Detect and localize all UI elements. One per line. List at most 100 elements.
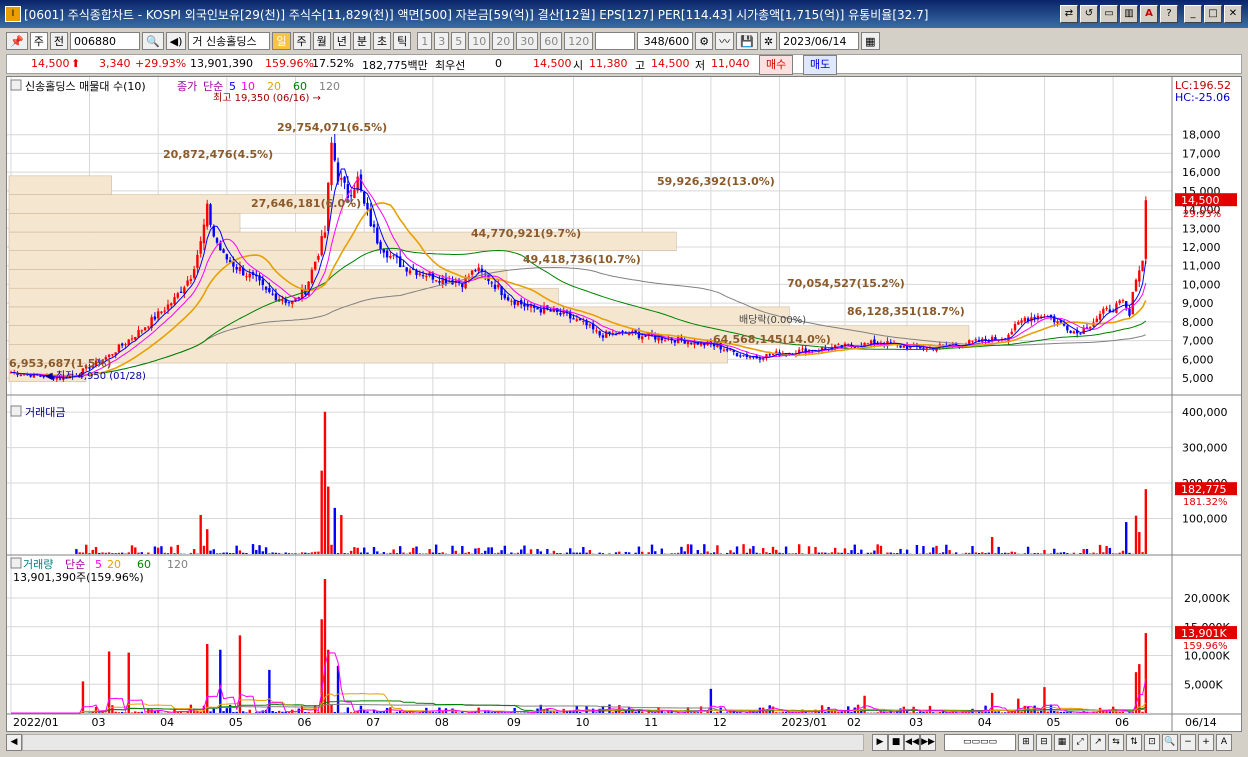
amount-bar (461, 546, 464, 554)
date-input[interactable]: 2023/06/14 (779, 32, 860, 50)
sound-icon[interactable]: ◀) (165, 32, 187, 50)
save-icon[interactable]: 💾 (736, 32, 758, 50)
interval-30-button[interactable]: 30 (516, 32, 539, 50)
interval-60-button[interactable]: 60 (540, 32, 563, 50)
amount-bar (559, 553, 562, 554)
interval-custom-input[interactable] (595, 32, 636, 50)
data-count-field[interactable]: 348/600 (637, 32, 694, 50)
candle-body (739, 355, 742, 357)
volume-bar (1049, 704, 1053, 713)
prev-button[interactable]: 전 (49, 32, 68, 50)
period-day-button[interactable]: 일 (272, 32, 291, 50)
maximize-button[interactable]: □ (1204, 5, 1222, 23)
play-icon[interactable]: ▶ (872, 734, 888, 751)
sell-button[interactable]: 매도 (803, 55, 838, 75)
candle-body (313, 261, 317, 270)
price-tick-label: 5,000 (1182, 372, 1214, 385)
line-tool-icon[interactable]: 〰 (715, 32, 735, 50)
amount-bar (277, 552, 281, 554)
tool-c-icon[interactable]: ▦ (1054, 734, 1070, 751)
alert-icon[interactable]: A (1140, 5, 1158, 23)
interval-3-button[interactable]: 3 (434, 32, 450, 50)
close-button[interactable]: ✕ (1224, 5, 1242, 23)
amount-bar (117, 552, 121, 554)
window-icon[interactable]: ▭ (1100, 5, 1118, 23)
help-icon[interactable]: ? (1160, 5, 1178, 23)
volume-bar (994, 711, 997, 713)
horizontal-scrollbar[interactable] (22, 734, 864, 751)
volume-bar (206, 644, 209, 713)
amount-bar (896, 553, 899, 554)
chart-svg[interactable]: 6,953,687(1.5%) 64,568,145(14.0%) 86,128,3… (7, 77, 1241, 731)
stock-code-input[interactable]: 006880 (69, 32, 140, 50)
buy-button[interactable]: 매수 (759, 55, 794, 75)
period-year-button[interactable]: 년 (332, 32, 351, 50)
volume-bar (395, 711, 399, 713)
candle-body (333, 143, 336, 161)
price-change: 3,340 (99, 57, 131, 70)
candle-body (287, 302, 291, 304)
step-back-icon[interactable]: ◀◀ (904, 734, 920, 751)
volume-bar (255, 712, 258, 713)
chart-area[interactable]: 6,953,687(1.5%) 64,568,145(14.0%) 86,128,3… (6, 76, 1242, 732)
volume-bar (775, 712, 778, 713)
step-forward-icon[interactable]: ▶▶ (920, 734, 936, 751)
refresh-icon[interactable]: ↺ (1080, 5, 1098, 23)
volume-bar (624, 711, 628, 713)
interval-1-button[interactable]: 1 (417, 32, 433, 50)
period-tick-button[interactable]: 틱 (393, 32, 412, 50)
search-icon[interactable]: 🔍 (141, 32, 164, 50)
candle-body (1089, 326, 1092, 329)
interval-10-button[interactable]: 10 (468, 32, 491, 50)
scroll-left-icon[interactable]: ◀ (6, 734, 22, 751)
minimize-button[interactable]: _ (1184, 5, 1202, 23)
zoom-minus-icon[interactable]: − (1180, 734, 1196, 751)
volume-bar (690, 712, 693, 713)
amount-bar (291, 553, 294, 554)
amount-bar (712, 552, 716, 554)
calendar-icon[interactable]: ▦ (861, 32, 880, 50)
interval-5-button[interactable]: 5 (451, 32, 467, 50)
tool-a-icon[interactable]: ⊞ (1018, 734, 1034, 751)
amount-bar (1062, 552, 1066, 554)
volume-bar (228, 704, 232, 713)
interval-120-button[interactable]: 120 (564, 32, 594, 50)
chart-tool-icon[interactable]: ⚙ (695, 32, 714, 50)
candle-body (153, 316, 157, 320)
tool-g-icon[interactable]: ⇅ (1126, 734, 1142, 751)
amount-bar (1056, 552, 1059, 554)
candle-body (186, 280, 189, 286)
candle-body (215, 238, 219, 243)
quote-strip: 14,500 ⬆ 3,340 +29.93% 13,901,390 159.96… (6, 54, 1242, 75)
tool-h-icon[interactable]: ⊡ (1144, 734, 1160, 751)
settings-icon[interactable]: ✲ (759, 32, 778, 50)
zoom-plus-icon[interactable]: + (1198, 734, 1214, 751)
amount-bar (363, 547, 366, 554)
period-second-button[interactable]: 초 (373, 32, 392, 50)
tool-f-icon[interactable]: ⇆ (1108, 734, 1124, 751)
period-week-button[interactable]: 주 (292, 32, 311, 50)
volume-profile-band (8, 175, 112, 195)
stock-name-field[interactable]: 거 신송홀딩스 (188, 32, 271, 50)
period-select[interactable]: 주 (29, 32, 48, 50)
amount-bar (860, 549, 863, 554)
speed-slider[interactable]: ▭▭▭▭ (944, 734, 1016, 751)
amount-bar (376, 551, 379, 554)
pin-icon[interactable]: 📌 (6, 32, 28, 50)
amount-bar (219, 553, 222, 554)
volume-bar (922, 711, 925, 713)
tool-b-icon[interactable]: ⊟ (1036, 734, 1052, 751)
font-icon[interactable]: A (1216, 734, 1232, 751)
zoom-out-icon[interactable]: 🔍 (1162, 734, 1178, 751)
period-month-button[interactable]: 월 (312, 32, 331, 50)
candle-body (640, 336, 644, 340)
stop-icon[interactable]: ■ (888, 734, 904, 751)
tool-e-icon[interactable]: ↗ (1090, 734, 1106, 751)
interval-20-button[interactable]: 20 (492, 32, 515, 50)
tool-d-icon[interactable]: ⤢ (1072, 734, 1088, 751)
link-icon[interactable]: ⇄ (1060, 5, 1078, 23)
split-icon[interactable]: ▥ (1120, 5, 1138, 23)
turnover: 17.52% (312, 57, 354, 70)
period-minute-button[interactable]: 분 (352, 32, 372, 50)
amount-bar (608, 553, 611, 554)
